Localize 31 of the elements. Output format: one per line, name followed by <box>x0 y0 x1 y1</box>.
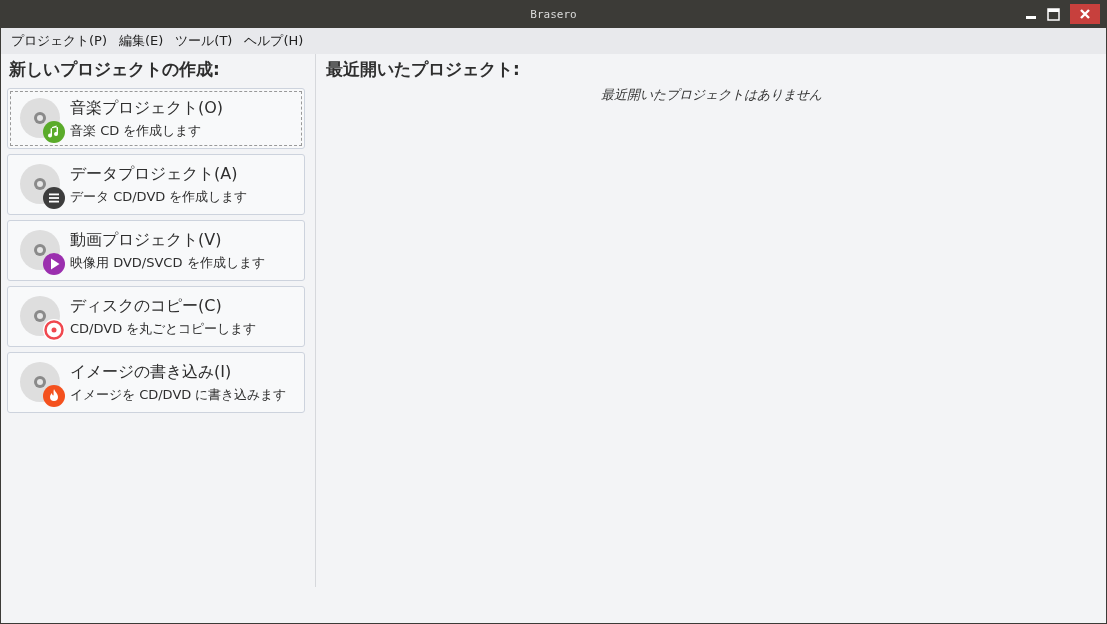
project-title: イメージの書き込み(I) <box>70 361 233 383</box>
disc-target-icon <box>20 295 66 342</box>
project-title: 音楽プロジェクト(O) <box>70 97 224 119</box>
project-button[interactable]: イメージの書き込み(I) イメージを CD/DVD に書き込みます <box>7 352 305 413</box>
disc-flame-icon <box>20 361 66 408</box>
project-title: ディスクのコピー(C) <box>70 295 223 317</box>
section-heading: 最近開いたプロジェクト: <box>325 58 521 81</box>
disc-list-icon <box>20 163 66 210</box>
close-button[interactable] <box>1070 4 1100 24</box>
menu-item[interactable]: 編集(E) <box>113 32 170 50</box>
project-title: データプロジェクト(A) <box>70 163 239 185</box>
disc-music-note-icon <box>20 97 66 144</box>
menu-item[interactable]: ヘルプ(H) <box>238 32 310 50</box>
maximize-icon[interactable] <box>1047 7 1060 21</box>
menu-item[interactable]: ツール(T) <box>169 32 239 50</box>
close-icon <box>1079 8 1091 20</box>
disc-play-icon <box>20 229 66 276</box>
project-title: 動画プロジェクト(V) <box>70 229 223 251</box>
project-description: 映像用 DVD/SVCD を作成します <box>70 253 265 272</box>
empty-message: 最近開いたプロジェクトはありません <box>599 86 823 104</box>
window-title: Brasero <box>530 8 577 21</box>
project-description: CD/DVD を丸ごとコピーします <box>70 319 257 338</box>
project-description: 音楽 CD を作成します <box>70 121 203 140</box>
project-button[interactable]: 動画プロジェクト(V) 映像用 DVD/SVCD を作成します <box>7 220 305 281</box>
project-button[interactable]: ディスクのコピー(C) CD/DVD を丸ごとコピーします <box>7 286 305 347</box>
project-button[interactable]: 音楽プロジェクト(O) 音楽 CD を作成します <box>7 88 305 149</box>
menu-item[interactable]: プロジェクト(P) <box>5 32 113 50</box>
project-description: イメージを CD/DVD に書き込みます <box>70 385 287 404</box>
project-button[interactable]: データプロジェクト(A) データ CD/DVD を作成します <box>7 154 305 215</box>
project-description: データ CD/DVD を作成します <box>70 187 248 206</box>
section-heading: 新しいプロジェクトの作成: <box>8 58 221 81</box>
